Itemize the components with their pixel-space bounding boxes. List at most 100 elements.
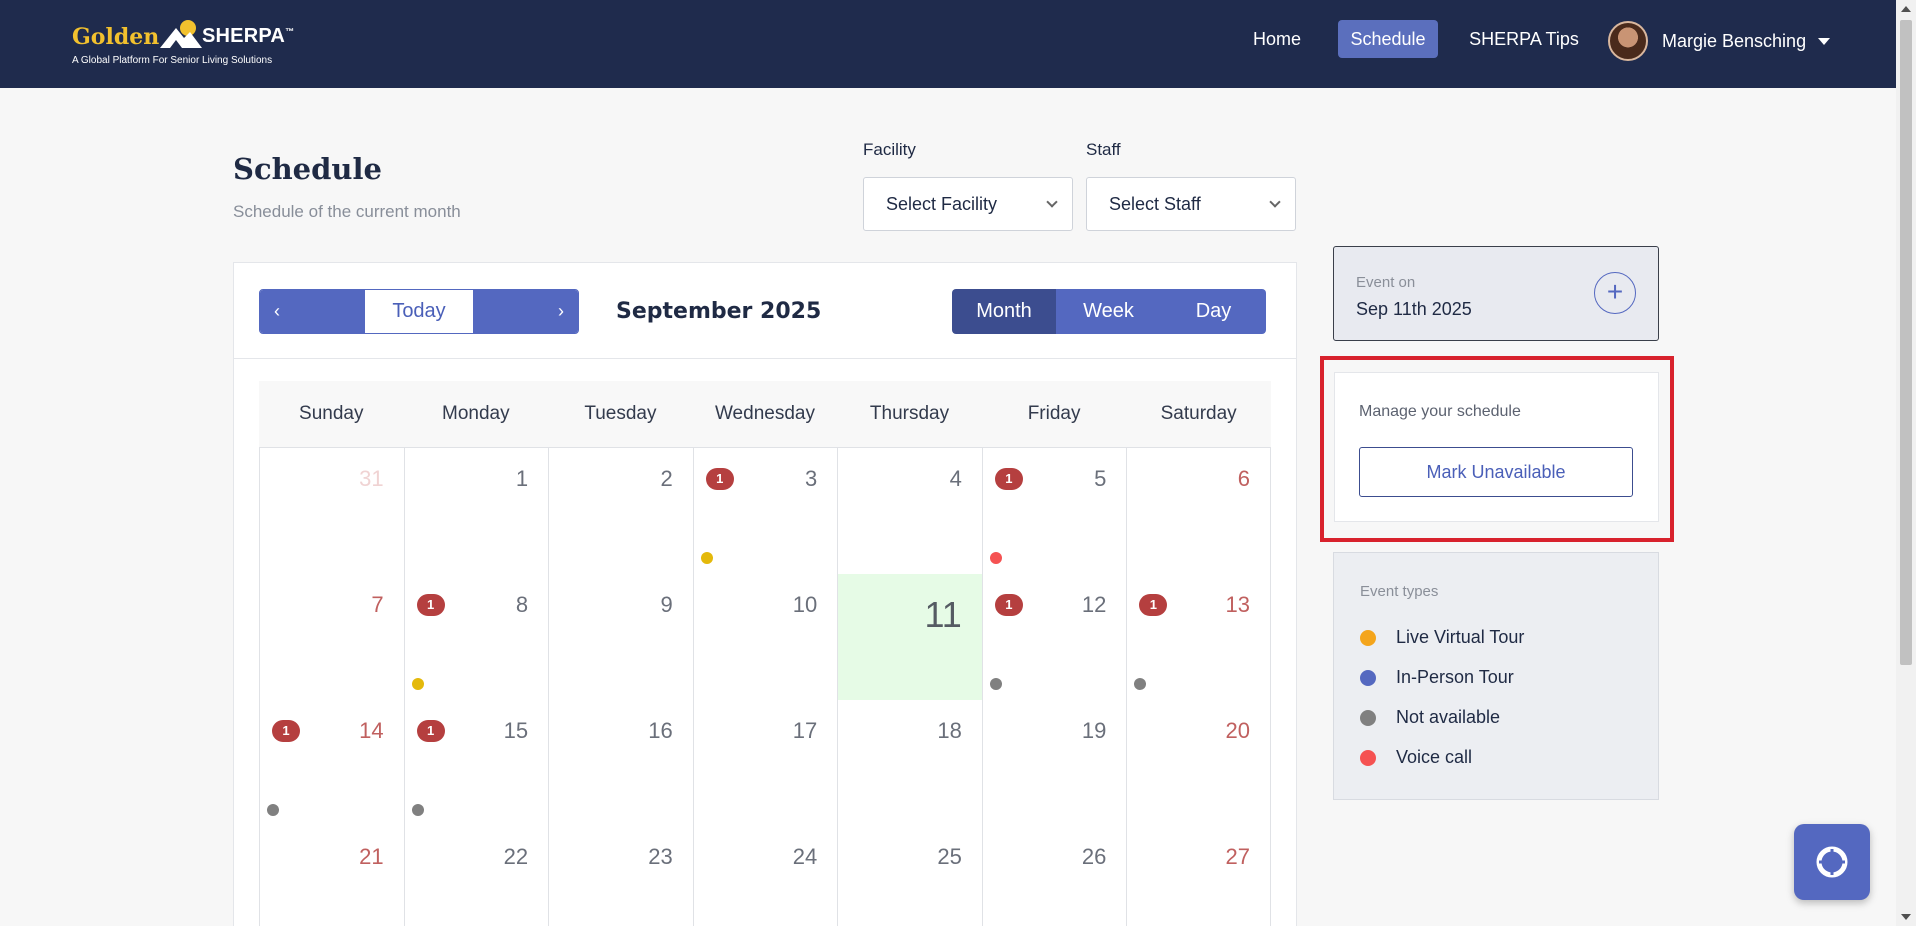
calendar-day-cell[interactable]: 18 <box>837 700 982 826</box>
calendar-day-cell[interactable]: 10 <box>692 574 838 700</box>
event-dot-icon <box>1134 678 1147 690</box>
scroll-down-arrow-icon[interactable] <box>1901 914 1911 920</box>
calendar-day-cell[interactable]: 51 <box>981 448 1127 574</box>
calendar-day-cell[interactable]: 14 1 <box>259 700 404 826</box>
day-number: 20 <box>1225 718 1250 743</box>
calendar-month-title: September 2025 <box>616 299 822 324</box>
day-number: 3 <box>805 466 818 491</box>
weekday-monday: Monday <box>442 403 510 424</box>
calendar-card: ‹ Today › September 2025 Month Week Day … <box>233 262 1297 926</box>
calendar-day-cell[interactable]: 19 <box>981 700 1127 826</box>
calendar-week-row: 14 1 15 1 16 17 18 19 20 <box>259 699 1271 826</box>
event-count-badge[interactable]: 1 <box>272 720 300 742</box>
weekday-header-row: Sunday Monday Tuesday Wednesday Thursday… <box>259 381 1271 447</box>
view-switcher: Month Week Day <box>952 289 1266 334</box>
nav-sherpa-tips[interactable]: SHERPA Tips <box>1462 20 1586 58</box>
user-menu[interactable]: Margie Bensching <box>1608 20 1831 62</box>
calendar-day-cell[interactable]: 6 <box>1126 448 1271 574</box>
calendar-day-cell[interactable]: 20 <box>1126 700 1271 826</box>
calendar-day-cell[interactable]: 17 <box>692 700 838 826</box>
next-month-button[interactable]: › <box>473 290 578 333</box>
chevron-left-icon: ‹ <box>274 301 280 321</box>
calendar-day-cell[interactable]: 12 1 <box>981 574 1127 700</box>
event-dot-icon <box>989 678 1002 690</box>
mark-unavailable-button[interactable]: Mark Unavailable <box>1359 447 1633 497</box>
add-event-button[interactable]: + <box>1594 272 1636 314</box>
day-number: 31 <box>359 466 384 491</box>
scroll-thumb[interactable] <box>1900 20 1912 665</box>
calendar-day-cell[interactable]: 25 <box>837 826 982 926</box>
prev-month-button[interactable]: ‹ <box>260 290 365 333</box>
calendar-day-cell[interactable]: 21 <box>259 826 404 926</box>
calendar-day-cell[interactable]: 81 <box>403 574 549 700</box>
calendar-day-cell[interactable]: 9 <box>548 574 693 700</box>
event-type-label: Voice call <box>1396 747 1473 767</box>
top-navbar: Golden SHERPA™ A Global Platform For Sen… <box>0 0 1896 88</box>
legend-dot-icon <box>1360 749 1376 766</box>
calendar-day-cell[interactable]: 1 <box>403 448 549 574</box>
calendar-day-cell[interactable]: 31 <box>692 448 838 574</box>
page-scrollbar[interactable] <box>1896 0 1916 926</box>
calendar-day-cell[interactable]: 15 1 <box>403 700 549 826</box>
day-number: 4 <box>949 466 962 491</box>
facility-select[interactable]: Select Facility <box>863 177 1073 231</box>
calendar-day-cell-today[interactable]: 11 <box>837 574 982 700</box>
weekday-thursday: Thursday <box>869 403 950 424</box>
day-number: 5 <box>1094 466 1107 491</box>
weekday-tuesday: Tuesday <box>584 403 657 424</box>
nav-schedule[interactable]: Schedule <box>1338 20 1438 58</box>
calendar-day-cell[interactable]: 22 <box>403 826 549 926</box>
day-number: 6 <box>1237 466 1250 491</box>
calendar-week-row: 21 22 23 24 25 26 27 <box>259 825 1271 926</box>
calendar-day-cell[interactable]: 7 <box>259 574 404 700</box>
event-count-badge[interactable]: 1 <box>994 594 1023 616</box>
calendar-day-cell[interactable]: 23 <box>548 826 693 926</box>
event-count-badge[interactable]: 1 <box>1139 594 1168 616</box>
chevron-down-icon <box>1046 196 1058 208</box>
calendar-day-cell[interactable]: 13 1 <box>1126 574 1271 700</box>
event-count-badge[interactable]: 1 <box>416 594 445 616</box>
day-number: 11 <box>924 594 962 635</box>
view-week-button[interactable]: Week <box>1056 289 1161 334</box>
event-count-badge[interactable]: 1 <box>416 720 445 742</box>
today-button[interactable]: Today <box>365 290 473 333</box>
logo-word-sherpa: SHERPA™ <box>202 25 295 47</box>
event-count-badge[interactable]: 1 <box>994 468 1023 490</box>
event-dot-icon <box>267 804 279 816</box>
weekday-wednesday: Wednesday <box>714 403 815 424</box>
calendar-day-cell[interactable]: 24 <box>692 826 838 926</box>
event-type-not-available: Not available <box>1360 707 1500 728</box>
event-dot-icon <box>411 804 424 816</box>
day-number: 12 <box>1081 592 1107 617</box>
event-on-label: Event on <box>1356 274 1416 291</box>
calendar-day-cell[interactable]: 4 <box>837 448 982 574</box>
calendar-day-cell[interactable]: 16 <box>548 700 693 826</box>
view-day-button[interactable]: Day <box>1161 289 1266 334</box>
day-number: 21 <box>359 844 384 869</box>
event-count-badge[interactable]: 1 <box>705 468 734 490</box>
calendar-day-cell[interactable]: 26 <box>981 826 1127 926</box>
staff-select[interactable]: Select Staff <box>1086 177 1296 231</box>
day-number: 25 <box>937 844 962 869</box>
event-type-label: Not available <box>1396 707 1501 727</box>
day-number: 1 <box>515 466 529 491</box>
mountain-logo-icon <box>160 20 202 48</box>
facility-label: Facility <box>863 140 916 159</box>
calendar-day-cell[interactable]: 27 <box>1126 826 1271 926</box>
staff-select-value: Select Staff <box>1109 193 1201 214</box>
page-subtitle: Schedule of the current month <box>233 202 461 221</box>
day-number: 10 <box>792 592 818 617</box>
day-number: 19 <box>1081 718 1107 743</box>
staff-label: Staff <box>1086 140 1121 159</box>
day-number: 16 <box>648 718 673 743</box>
calendar-day-cell[interactable]: 2 <box>548 448 693 574</box>
day-number: 9 <box>660 592 673 617</box>
scroll-up-arrow-icon[interactable] <box>1901 6 1911 12</box>
event-on-card: Event on Sep 11th 2025 + <box>1333 246 1659 341</box>
help-button[interactable] <box>1794 824 1870 900</box>
view-month-button[interactable]: Month <box>952 289 1056 334</box>
legend-dot-icon <box>1360 709 1376 726</box>
nav-home[interactable]: Home <box>1240 20 1314 58</box>
calendar-day-cell[interactable]: 31 <box>259 448 404 574</box>
brand-logo[interactable]: Golden SHERPA™ A Global Platform For Sen… <box>72 18 295 70</box>
